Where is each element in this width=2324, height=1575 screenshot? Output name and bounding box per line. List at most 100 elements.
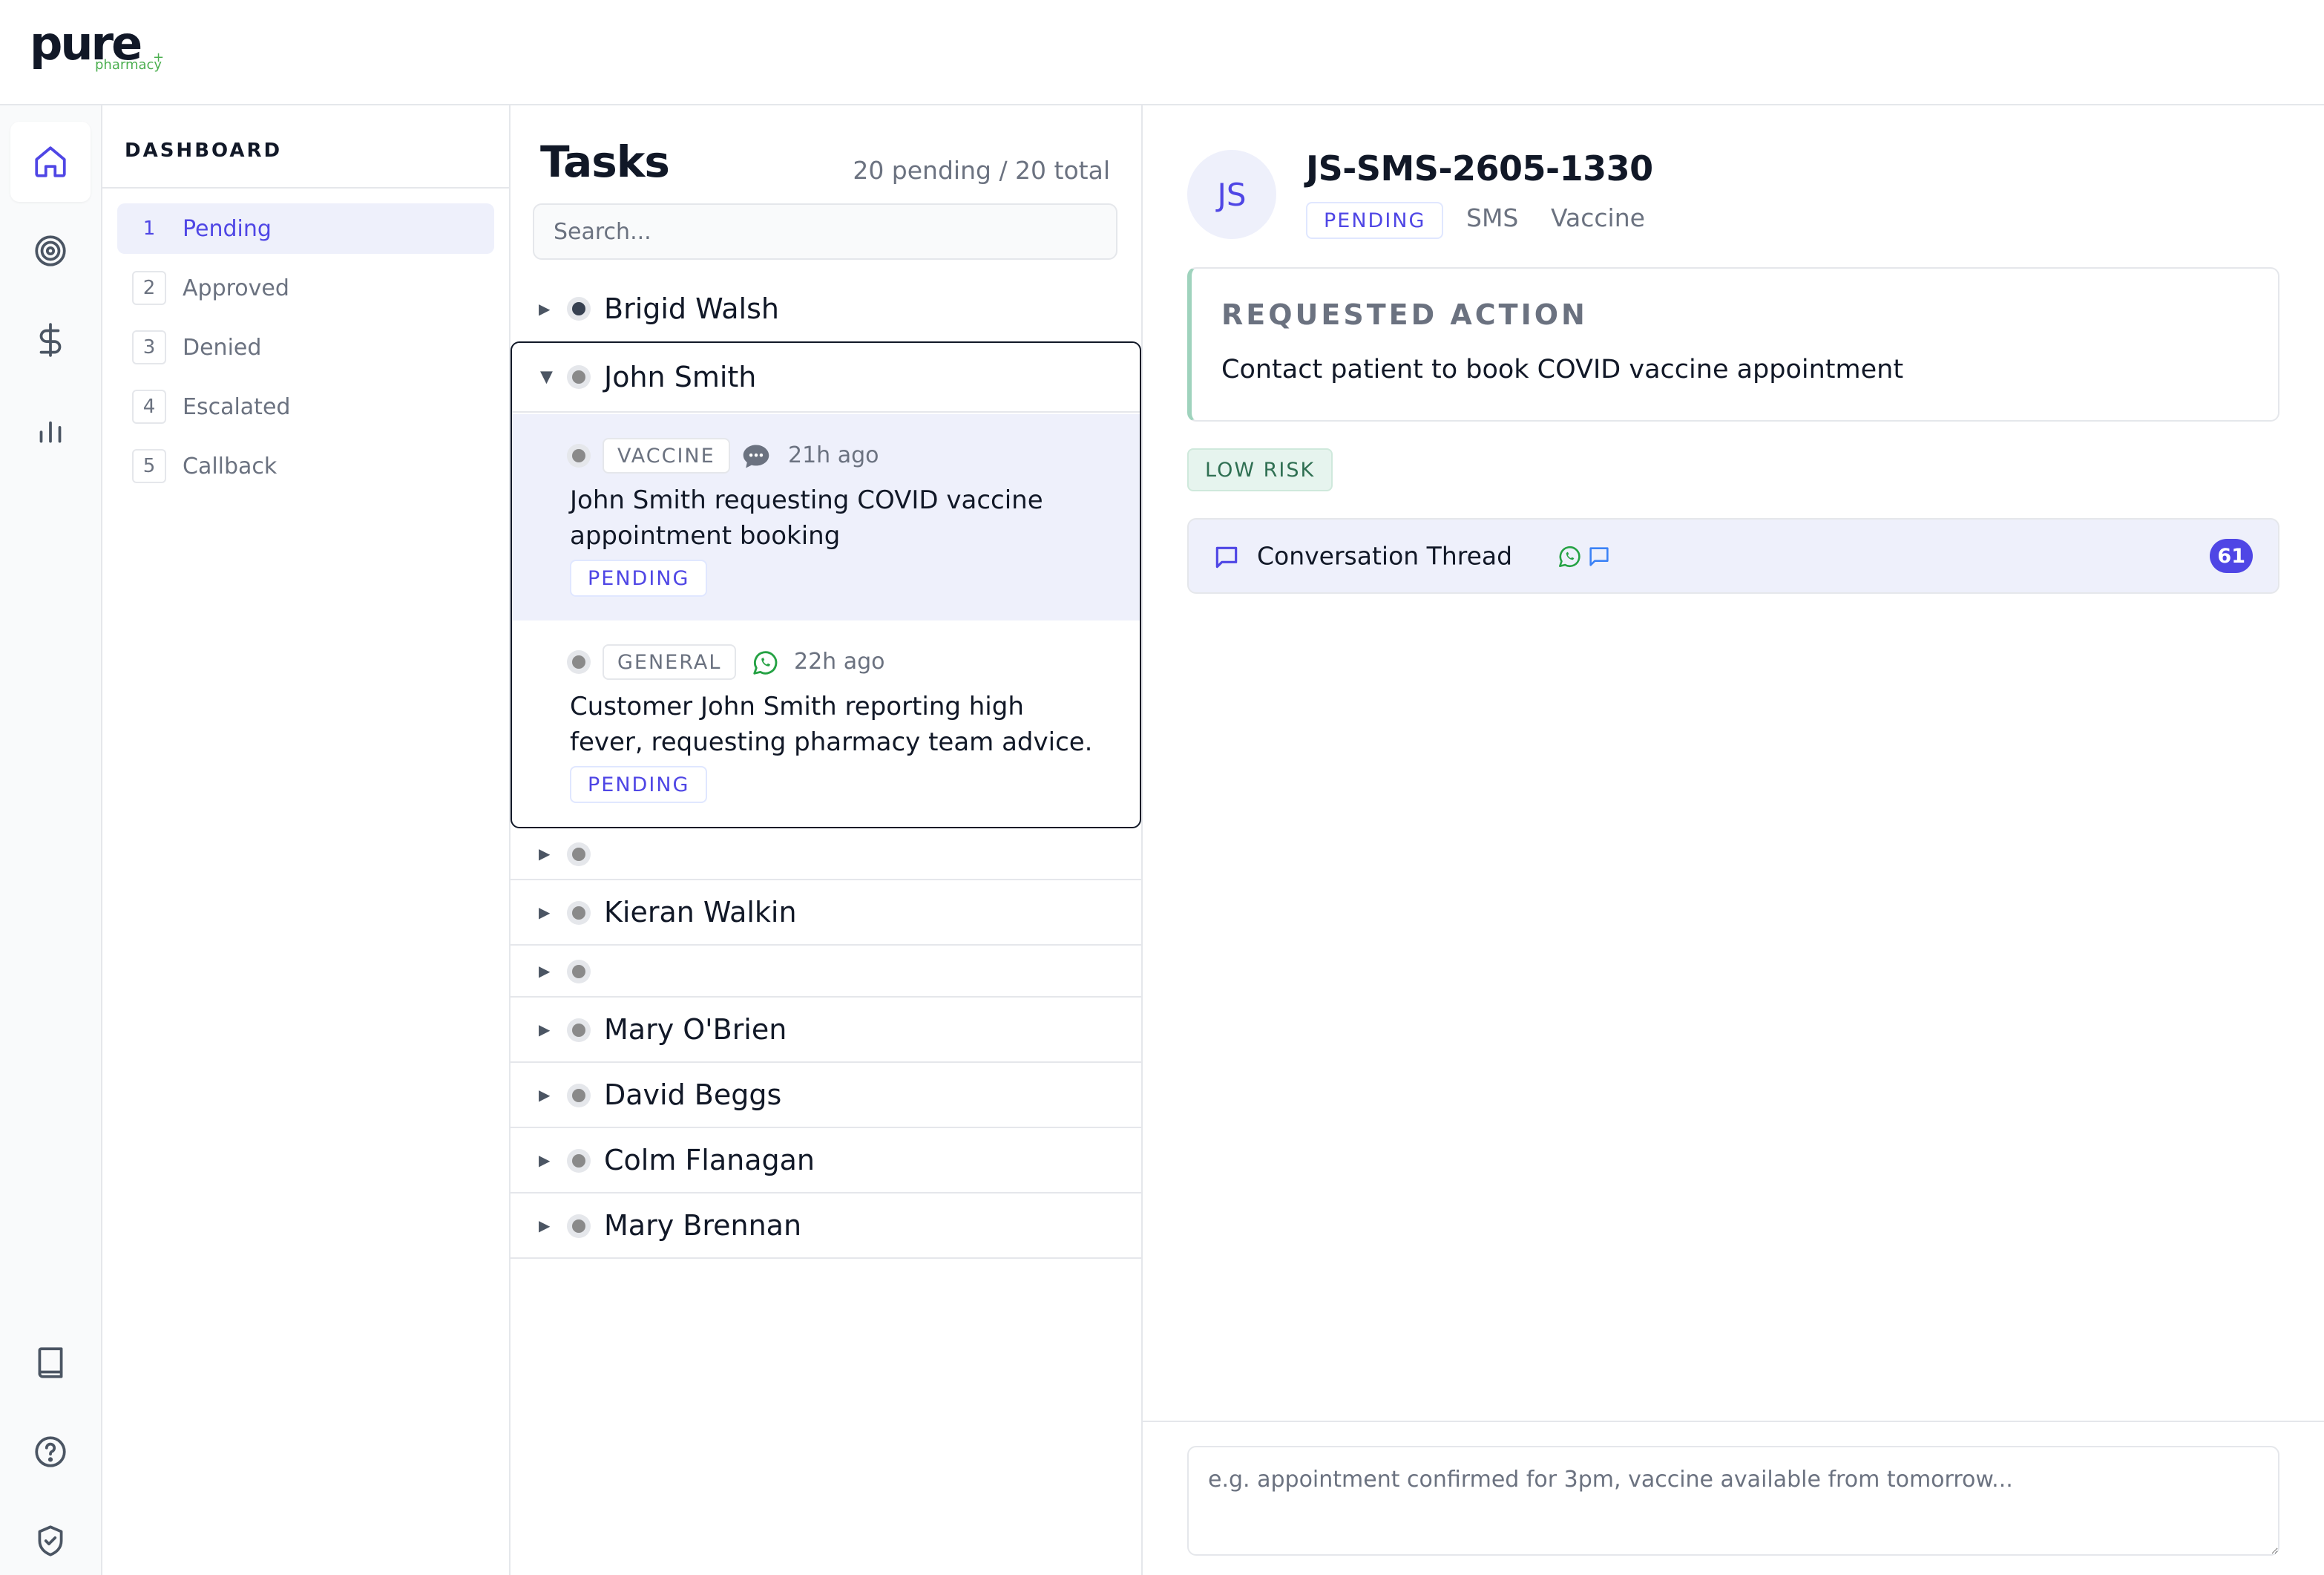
status-dot	[567, 1149, 591, 1173]
status-dot	[567, 1084, 591, 1107]
caret-right-icon[interactable]: ▶	[539, 1021, 550, 1038]
nav-label: Denied	[183, 334, 262, 361]
bar-chart-icon[interactable]	[10, 389, 91, 469]
status-dot	[567, 365, 591, 389]
task-time: 21h ago	[788, 442, 879, 468]
nav-number: 2	[132, 271, 166, 305]
task-item[interactable]: GENERAL 22h ago Customer John Smith repo…	[512, 620, 1140, 827]
task-group-row[interactable]: ▼ John Smith	[512, 343, 1140, 413]
nav-number: 5	[132, 449, 166, 483]
caret-right-icon[interactable]: ▶	[539, 903, 550, 921]
tasks-panel: Tasks 20 pending / 20 total ▶ Brigid Wal…	[511, 105, 1143, 1575]
status-dot	[567, 297, 591, 321]
sms-icon	[1589, 547, 1609, 566]
caret-right-icon[interactable]: ▶	[539, 845, 550, 862]
nav-item-pending[interactable]: 1 Pending	[117, 203, 494, 254]
task-id-title: JS-SMS-2605-1330	[1306, 148, 1653, 189]
category-tag: VACCINE	[603, 438, 730, 474]
search-input[interactable]	[533, 203, 1117, 260]
avatar: JS	[1187, 150, 1276, 239]
whatsapp-icon	[753, 651, 778, 675]
dashboard-nav: DASHBOARD 1 Pending 2 Approved 3 Denied …	[102, 105, 511, 1575]
caret-right-icon[interactable]: ▶	[539, 300, 550, 318]
group-name: Kieran Walkin	[604, 896, 797, 929]
message-square-icon	[1215, 546, 1238, 569]
status-dot	[567, 901, 591, 925]
task-group-row[interactable]: ▶ Mary Brennan	[511, 1193, 1141, 1259]
conversation-thread-toggle[interactable]: Conversation Thread 61	[1187, 518, 2279, 594]
task-group-row[interactable]: ▶	[511, 946, 1141, 998]
task-item[interactable]: VACCINE 21h ago John Smith requesting CO…	[512, 414, 1140, 620]
status-badge: PENDING	[570, 766, 708, 803]
logo-subtext: pharmacy	[95, 57, 163, 73]
nav-number: 4	[132, 390, 166, 424]
tasks-count: 20 pending / 20 total	[853, 156, 1110, 185]
help-icon[interactable]	[10, 1412, 91, 1492]
task-group-row[interactable]: ▶ Colm Flanagan	[511, 1128, 1141, 1193]
logo-plus: +	[153, 50, 165, 65]
nav-label: Escalated	[183, 393, 291, 420]
task-time: 22h ago	[794, 649, 885, 675]
caret-right-icon[interactable]: ▶	[539, 1151, 550, 1169]
status-badge: PENDING	[1306, 202, 1444, 239]
book-icon[interactable]	[10, 1323, 91, 1403]
caret-right-icon[interactable]: ▶	[539, 962, 550, 980]
status-dot	[567, 650, 591, 674]
dollar-icon[interactable]	[10, 300, 91, 380]
target-icon[interactable]	[10, 211, 91, 291]
group-name: Mary Brennan	[604, 1209, 802, 1242]
status-dot	[567, 444, 591, 468]
task-group-row[interactable]: ▶ David Beggs	[511, 1063, 1141, 1128]
top-bar: pure pharmacy +	[0, 0, 2324, 105]
whatsapp-icon	[1558, 546, 1580, 568]
home-icon[interactable]	[10, 122, 91, 202]
nav-item-callback[interactable]: 5 Callback	[117, 441, 494, 491]
tasks-title: Tasks	[540, 137, 670, 187]
channel-label: SMS	[1466, 203, 1519, 232]
divider	[1143, 1421, 2324, 1422]
nav-label: Pending	[183, 215, 272, 242]
task-group-row[interactable]: ▶ Kieran Walkin	[511, 880, 1141, 946]
status-dot	[567, 1018, 591, 1042]
nav-number: 1	[142, 217, 156, 240]
requested-action-card: REQUESTED ACTION Contact patient to book…	[1187, 267, 2279, 422]
caret-right-icon[interactable]: ▶	[539, 1086, 550, 1104]
status-dot	[567, 1214, 591, 1238]
group-name: Mary O'Brien	[604, 1013, 787, 1046]
caret-down-icon[interactable]: ▼	[540, 368, 553, 387]
task-group-row[interactable]: ▶	[511, 828, 1141, 880]
status-dot	[567, 960, 591, 983]
status-dot	[567, 842, 591, 866]
requested-action-text: Contact patient to book COVID vaccine ap…	[1221, 355, 1904, 384]
nav-item-denied[interactable]: 3 Denied	[117, 322, 494, 373]
task-detail-panel: JS JS-SMS-2605-1330 PENDING SMS Vaccine …	[1143, 105, 2324, 1575]
caret-right-icon[interactable]: ▶	[539, 1217, 550, 1234]
reply-textarea[interactable]	[1187, 1446, 2279, 1556]
nav-label: Callback	[183, 453, 278, 479]
pure-pharmacy-logo[interactable]: pure pharmacy +	[30, 21, 178, 80]
risk-badge: LOW RISK	[1187, 448, 1333, 491]
nav-label: Approved	[183, 275, 289, 301]
task-group-row[interactable]: ▶ Brigid Walsh	[511, 276, 1141, 341]
nav-number: 3	[132, 330, 166, 364]
group-name: John Smith	[604, 361, 757, 393]
thread-count-badge: 61	[2210, 539, 2253, 573]
category-label: Vaccine	[1551, 203, 1645, 232]
nav-item-escalated[interactable]: 4 Escalated	[117, 382, 494, 432]
thread-label: Conversation Thread	[1257, 541, 1513, 571]
nav-item-approved[interactable]: 2 Approved	[117, 263, 494, 313]
icon-rail	[0, 105, 102, 1575]
dashboard-title: DASHBOARD	[125, 140, 283, 162]
status-badge: PENDING	[570, 560, 708, 597]
group-name: Colm Flanagan	[604, 1144, 815, 1176]
group-name: David Beggs	[604, 1078, 782, 1111]
task-group-row[interactable]: ▶ Mary O'Brien	[511, 998, 1141, 1063]
task-description: John Smith requesting COVID vaccine appo…	[570, 485, 1043, 551]
chat-bubble-icon	[743, 445, 769, 468]
group-name: Brigid Walsh	[604, 292, 779, 325]
divider	[102, 187, 509, 189]
task-description: Customer John Smith reporting high fever…	[570, 692, 1093, 757]
task-group-expanded: ▼ John Smith VACCINE 21h ago John Smith …	[511, 341, 1141, 828]
requested-action-label: REQUESTED ACTION	[1221, 298, 1588, 331]
shield-check-icon[interactable]	[10, 1501, 91, 1575]
